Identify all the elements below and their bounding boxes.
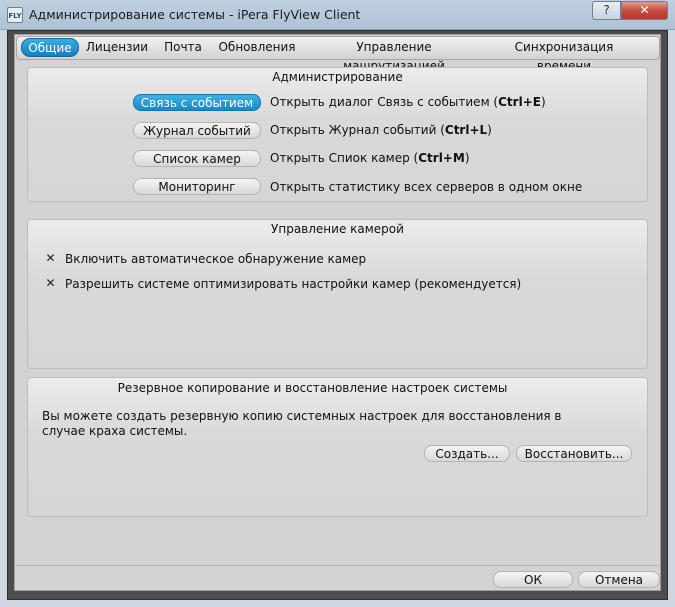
app-icon: FLY: [7, 7, 23, 23]
cancel-button[interactable]: Отмена: [578, 571, 660, 588]
tab-general[interactable]: Общие: [21, 38, 79, 57]
monitoring-description: Открыть статистику всех серверов в одном…: [270, 180, 583, 194]
tab-updates[interactable]: Обновления: [216, 38, 298, 57]
link-event-description: Открыть диалог Связь с событием (Ctrl+E): [270, 95, 546, 109]
backup-title: Резервное копирование и восстановление н…: [117, 381, 508, 395]
window-title: Администрирование системы - iPera FlyVie…: [29, 7, 361, 22]
optimize-settings-label: Разрешить системе оптимизировать настрой…: [65, 277, 522, 291]
help-button[interactable]: ?: [592, 1, 621, 20]
close-button[interactable]: ✕: [621, 1, 668, 20]
tab-routing[interactable]: Управление машрутизацией: [306, 38, 482, 73]
auto-discovery-label: Включить автоматическое обнаружение каме…: [65, 252, 367, 266]
ok-button[interactable]: ОК: [493, 571, 573, 588]
restore-backup-button[interactable]: Восстановить...: [516, 445, 632, 462]
create-backup-button[interactable]: Создать...: [424, 445, 510, 462]
tab-time-sync[interactable]: Синхронизация времени: [488, 38, 640, 73]
event-log-description: Открыть Журнал событий (Ctrl+L): [270, 123, 492, 137]
optimize-settings-checkbox[interactable]: ✕: [45, 277, 56, 289]
event-log-button[interactable]: Журнал событий: [133, 122, 261, 139]
camera-management-group: [27, 219, 648, 369]
monitoring-button[interactable]: Мониторинг: [133, 178, 261, 195]
camera-list-description: Открыть Спиок камер (Ctrl+M): [270, 151, 470, 165]
administration-title: Администрирование: [272, 70, 403, 84]
camera-list-button[interactable]: Список камер: [133, 150, 261, 167]
auto-discovery-checkbox[interactable]: ✕: [45, 252, 56, 264]
backup-description: Вы можете создать резервную копию систем…: [42, 409, 562, 438]
title-bar: FLY Администрирование системы - iPera Fl…: [0, 0, 675, 30]
tab-licenses[interactable]: Лицензии: [84, 38, 150, 57]
tab-mail[interactable]: Почта: [160, 38, 206, 57]
camera-management-title: Управление камерой: [271, 222, 404, 236]
link-event-button[interactable]: Связь с событием: [133, 94, 261, 111]
